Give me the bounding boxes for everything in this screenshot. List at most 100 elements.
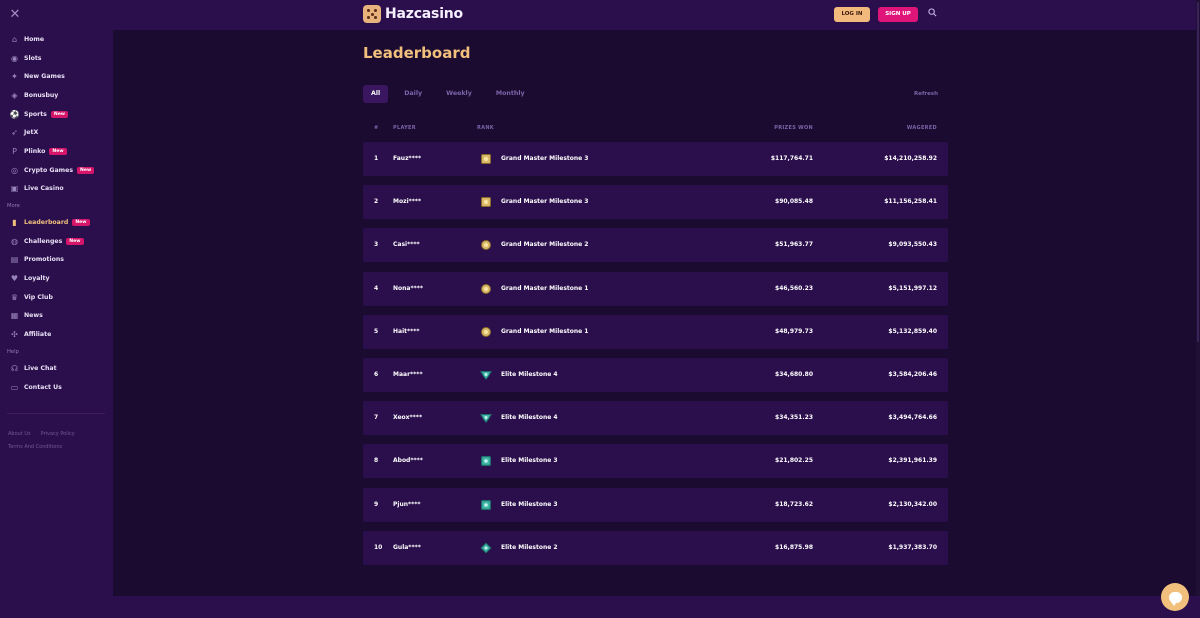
signup-button[interactable]: SIGN UP: [878, 7, 918, 22]
rank-number: 1: [374, 155, 379, 162]
table-row: 5 Hait**** Grand Master Milestone 1 $48,979…: [363, 314, 948, 349]
sidebar-item-jetx[interactable]: ➶ JetX: [0, 123, 113, 142]
sidebar-item-news[interactable]: ▦ News: [0, 307, 113, 326]
plinko-icon: P: [12, 146, 17, 156]
prizes-won: $34,351.23: [775, 414, 813, 422]
table-row: 3 Casi**** Grand Master Milestone 2 $51,963…: [363, 228, 948, 263]
tab-monthly[interactable]: Monthly: [488, 85, 533, 103]
player-name: Hait****: [393, 327, 420, 335]
heart-icon: ♥: [10, 274, 19, 284]
sidebar-item-label: Bonusbuy: [24, 91, 59, 99]
rank-label: Elite Milestone 2: [501, 543, 558, 551]
sidebar-item-leaderboard[interactable]: ▮ Leaderboard New: [0, 213, 113, 232]
sidebar-item-plinko[interactable]: P Plinko New: [0, 142, 113, 161]
prizes-won: $90,085.48: [775, 198, 813, 206]
prizes-won: $21,802.25: [775, 457, 813, 465]
rank-label: Grand Master Milestone 1: [501, 284, 589, 292]
sidebar-item-new-games[interactable]: ✦ New Games: [0, 67, 113, 86]
about-us-link[interactable]: About Us: [8, 431, 31, 437]
footer-band: [113, 596, 1200, 618]
col-player: PLAYER: [393, 125, 416, 131]
new-badge: New: [77, 166, 95, 174]
elite-4-icon: [480, 369, 492, 381]
rank-number: 9: [374, 500, 379, 508]
new-badge: New: [50, 110, 69, 118]
player-name: Abod****: [393, 457, 423, 465]
sidebar-item-live-casino[interactable]: ▣ Live Casino: [0, 180, 113, 199]
table-row: 10 Gula**** Elite Milestone 2 $16,875.98 $1,…: [363, 530, 948, 565]
sidebar-item-vip-club[interactable]: ♛ Vip Club: [0, 288, 113, 307]
wagered-amount: $11,156,258.41: [884, 198, 937, 206]
sidebar-item-loyalty[interactable]: ♥ Loyalty: [0, 269, 113, 288]
prizes-won: $117,764.71: [770, 155, 813, 162]
elite-4-icon: [480, 412, 492, 424]
new-badge: New: [72, 219, 90, 227]
sidebar-item-home[interactable]: ⌂ Home: [0, 30, 113, 49]
sidebar-item-label: Live Chat: [24, 364, 57, 372]
chat-icon: ▭: [10, 382, 19, 392]
page-title: Leaderboard: [363, 44, 471, 62]
player-name: Xeox****: [393, 414, 423, 422]
sidebar-item-slots[interactable]: ◉ Slots: [0, 49, 113, 68]
brand-logo[interactable]: Hazcasino: [363, 5, 463, 23]
search-icon[interactable]: [926, 8, 938, 20]
player-name: Nona****: [393, 284, 424, 292]
sidebar-item-label: Leaderboard: [24, 219, 69, 227]
live-casino-icon: ▣: [10, 184, 19, 194]
close-icon[interactable]: ✕: [8, 8, 22, 22]
crown-icon: ♛: [10, 292, 19, 302]
scrollbar-thumb[interactable]: [1197, 2, 1199, 342]
rank-number: 8: [374, 457, 379, 465]
table-row: 6 Maar**** Elite Milestone 4 $34,680.80 $3,5…: [363, 357, 948, 392]
login-button[interactable]: LOG IN: [834, 7, 870, 22]
sidebar-item-label: Crypto Games: [24, 166, 73, 174]
privacy-policy-link[interactable]: Privacy Policy: [41, 431, 75, 437]
sidebar-item-live-chat[interactable]: ☊ Live Chat: [0, 359, 113, 378]
sidebar-item-bonusbuy[interactable]: ◈ Bonusbuy: [0, 86, 113, 105]
sidebar-item-label: Home: [24, 35, 45, 43]
tab-daily[interactable]: Daily: [396, 85, 430, 103]
refresh-button[interactable]: Refresh: [914, 91, 938, 97]
table-row: 8 Abod**** Elite Milestone 3 $21,802.25 $2,3…: [363, 444, 948, 479]
terms-link[interactable]: Terms And Conditions: [8, 444, 62, 450]
headset-icon: ☊: [10, 363, 19, 373]
new-games-icon: ✦: [11, 72, 18, 82]
col-num: #: [374, 125, 379, 131]
sidebar-item-affiliate[interactable]: ✣ Affiliate: [0, 325, 113, 344]
top-header: Hazcasino LOG IN SIGN UP: [113, 0, 1200, 30]
col-rank: RANK: [477, 125, 494, 131]
live-chat-button[interactable]: [1161, 583, 1189, 611]
sidebar-item-label: Plinko: [24, 147, 46, 155]
table-header: # PLAYER RANK PRIZES WON WAGERED: [363, 125, 948, 135]
slots-icon: ◉: [11, 53, 18, 63]
sidebar-item-contact-us[interactable]: ▭ Contact Us: [0, 378, 113, 397]
wagered-amount: $5,151,997.12: [888, 284, 937, 292]
rank-number: 2: [374, 198, 379, 206]
sidebar-item-label: Promotions: [24, 256, 64, 264]
chat-bubble-icon: [1168, 591, 1182, 606]
new-badge: New: [66, 237, 84, 245]
sidebar-item-label: Slots: [24, 54, 42, 62]
player-name: Mozi****: [393, 198, 422, 206]
grand-master-3-icon: [480, 196, 492, 208]
sidebar-item-label: New Games: [24, 73, 65, 81]
sidebar-item-promotions[interactable]: ▤ Promotions: [0, 251, 113, 270]
sidebar-item-crypto-games[interactable]: ◎ Crypto Games New: [0, 161, 113, 180]
sidebar-item-challenges[interactable]: ◍ Challenges New: [0, 232, 113, 251]
sports-icon: ⚽: [9, 109, 20, 119]
player-name: Casi****: [393, 241, 420, 249]
grand-master-2-icon: [480, 239, 492, 251]
leaderboard-tabs: All Daily Weekly Monthly: [363, 85, 541, 103]
sidebar-item-sports[interactable]: ⚽ Sports New: [0, 105, 113, 124]
rank-label: Elite Milestone 3: [501, 457, 558, 465]
tab-all[interactable]: All: [363, 85, 389, 103]
rank-label: Elite Milestone 4: [501, 414, 558, 422]
elite-3-icon: [480, 499, 492, 511]
tab-weekly[interactable]: Weekly: [438, 85, 480, 103]
dice-logo-icon: [363, 5, 381, 23]
rank-number: 7: [374, 414, 379, 422]
prizes-won: $46,560.23: [775, 284, 813, 292]
rocket-icon: ➶: [11, 128, 18, 138]
leaderboard-rows: 1 Fauz**** Grand Master Milestone 3 $117,76…: [363, 142, 948, 574]
sidebar: ✕ ⌂ Home ◉ Slots ✦ New Games ◈ Bonusbuy ⚽ Sports N…: [0, 0, 113, 618]
